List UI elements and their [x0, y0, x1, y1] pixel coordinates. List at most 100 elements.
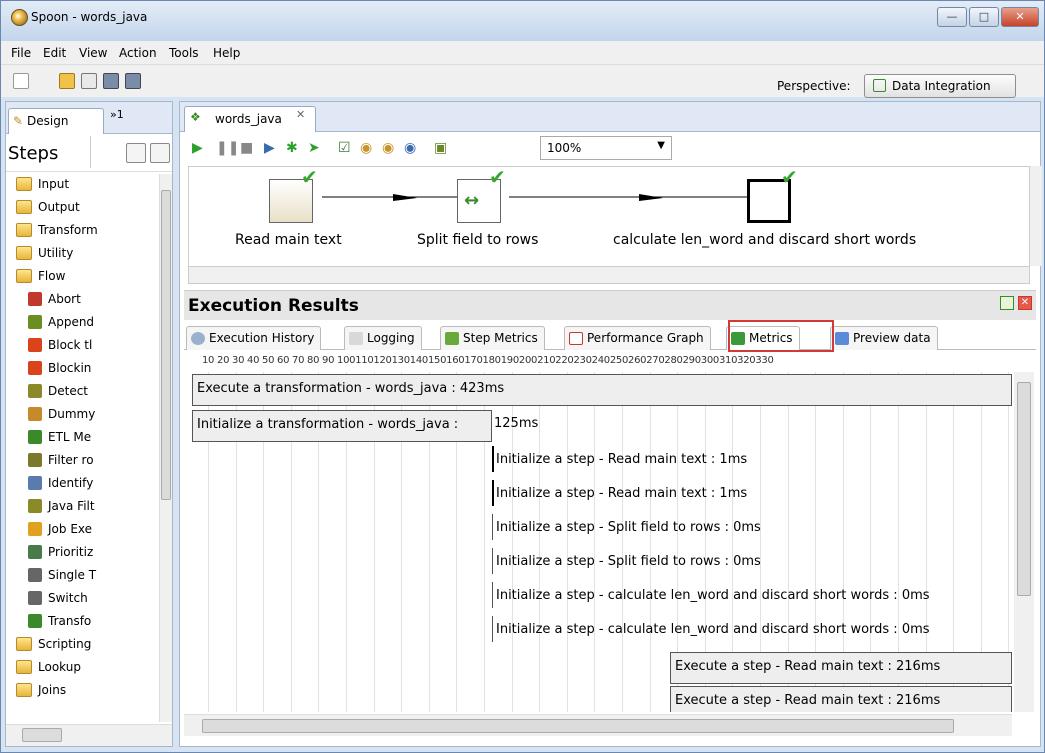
- replay-icon[interactable]: ➤: [308, 140, 320, 156]
- node-label: Split field to rows: [417, 232, 539, 248]
- folder-icon: [16, 177, 32, 191]
- tab-performance-graph[interactable]: Performance Graph: [564, 326, 711, 350]
- tab-words-java-label: words_java: [215, 112, 282, 126]
- menu-tools[interactable]: Tools: [169, 46, 199, 60]
- folder-icon: [16, 246, 32, 260]
- abort-icon: [28, 292, 42, 306]
- folder-icon: [16, 200, 32, 214]
- chevron-down-icon: ▼: [657, 140, 665, 151]
- close-tab-icon[interactable]: ✕: [296, 108, 305, 121]
- tree-item-label: Input: [38, 177, 70, 191]
- open-folder-icon[interactable]: [59, 73, 75, 89]
- tree-item-label: ETL Me: [48, 430, 92, 444]
- switch-icon: [28, 591, 42, 605]
- stop-icon[interactable]: ■: [240, 140, 253, 156]
- steps-tree: Input Output Transform Utility Flow Abort Appe…: [6, 174, 158, 722]
- tab-logging[interactable]: Logging: [344, 326, 422, 350]
- perspective-button[interactable]: Data Integration: [864, 74, 1016, 98]
- tree-item-label: Job Exe: [48, 522, 93, 536]
- success-check-icon: ✔: [781, 166, 798, 189]
- tab-design[interactable]: ✎ Design: [8, 108, 104, 134]
- pause-icon[interactable]: ❚❚: [216, 140, 239, 156]
- gantt-vertical-scrollbar[interactable]: [1014, 372, 1034, 712]
- java-filter-icon: [28, 499, 42, 513]
- minimize-button[interactable]: —: [937, 7, 967, 27]
- tree-item-label: Switch: [48, 591, 88, 605]
- tree-item-label: Prioritiz: [48, 545, 94, 559]
- more-tabs-button[interactable]: »1: [110, 108, 124, 121]
- tab-step-metrics[interactable]: Step Metrics: [440, 326, 545, 350]
- explore-repository-icon[interactable]: [81, 73, 97, 89]
- step-metrics-icon: [445, 332, 459, 345]
- tab-execution-history[interactable]: Execution History: [186, 326, 322, 350]
- window-title: Spoon - words_java: [31, 10, 148, 24]
- gantt-marker: [492, 446, 494, 472]
- gantt-bar: Execute a step - Read main text : 216ms: [670, 686, 1012, 712]
- tree-item-label: Transfo: [48, 614, 92, 628]
- tab-label: Preview data: [853, 331, 931, 345]
- sql-icon[interactable]: ◉: [382, 140, 394, 156]
- grid-line: [539, 372, 541, 712]
- steps-horizontal-scrollbar[interactable]: [6, 724, 172, 746]
- expand-all-icon[interactable]: [126, 143, 146, 163]
- perspective-value: Data Integration: [892, 79, 991, 93]
- close-panel-icon[interactable]: ✕: [1018, 296, 1032, 310]
- folder-icon: [16, 683, 32, 697]
- menu-view[interactable]: View: [79, 46, 107, 60]
- detect-icon: [28, 384, 42, 398]
- preview-icon[interactable]: ▶: [264, 140, 275, 156]
- menu-edit[interactable]: Edit: [43, 46, 66, 60]
- etl-icon: [28, 430, 42, 444]
- tree-item-label: Java Filt: [48, 499, 95, 513]
- prioritize-icon: [28, 545, 42, 559]
- steps-header: Steps: [6, 134, 172, 172]
- dummy-icon: [28, 407, 42, 421]
- folder-icon: [16, 269, 32, 283]
- impact-icon[interactable]: ◉: [360, 140, 372, 156]
- data-integration-icon: [873, 79, 886, 92]
- append-icon: [28, 315, 42, 329]
- save-as-icon[interactable]: [125, 73, 141, 89]
- menu-file[interactable]: File: [11, 46, 31, 60]
- tab-preview-data[interactable]: Preview data: [830, 326, 938, 350]
- scroll-thumb[interactable]: [161, 190, 171, 500]
- gantt-label: Initialize a step - Read main text : 1ms: [496, 486, 748, 501]
- collapse-all-icon[interactable]: [150, 143, 170, 163]
- transformation-toolbar: ▶ ❚❚ ■ ▶ ✱ ➤ ☑ ◉ ◉ ◉ ▣ 100% ▼: [180, 133, 1040, 163]
- canvas-horizontal-scrollbar[interactable]: [188, 266, 1030, 284]
- canvas-vertical-scrollbar[interactable]: [1030, 166, 1042, 266]
- success-check-icon: ✔: [301, 166, 318, 189]
- scroll-thumb[interactable]: [202, 719, 954, 733]
- tree-item-label: Blockin: [48, 361, 92, 375]
- maximize-panel-icon[interactable]: [1000, 296, 1014, 310]
- debug-icon[interactable]: ✱: [286, 140, 298, 156]
- menu-action[interactable]: Action: [119, 46, 157, 60]
- tree-item-label: Dummy: [48, 407, 96, 421]
- run-icon[interactable]: ▶: [192, 140, 203, 156]
- save-icon[interactable]: [103, 73, 119, 89]
- gantt-marker: [492, 480, 494, 506]
- close-button[interactable]: ✕: [1001, 7, 1039, 27]
- tree-item-label: Filter ro: [48, 453, 94, 467]
- scroll-thumb[interactable]: [1017, 382, 1031, 596]
- identify-icon: [28, 476, 42, 490]
- transformation-canvas[interactable]: ✔ ↔ ✔ ✔ Read main text Split field to ro…: [188, 166, 1030, 266]
- gantt-label: Initialize a step - calculate len_word a…: [496, 622, 930, 637]
- scroll-thumb[interactable]: [22, 728, 62, 742]
- perspective-label: Perspective:: [777, 79, 851, 93]
- blocking-icon: [28, 361, 42, 375]
- performance-graph-icon: [569, 332, 583, 345]
- explore-db-icon[interactable]: ◉: [404, 140, 416, 156]
- grid-line: [622, 372, 623, 712]
- split-field-icon: ↔: [464, 190, 480, 211]
- verify-icon[interactable]: ☑: [338, 140, 351, 156]
- title-bar: Spoon - words_java — □ ✕: [1, 1, 1044, 41]
- new-file-icon[interactable]: [13, 73, 29, 89]
- steps-vertical-scrollbar[interactable]: [159, 174, 172, 722]
- zoom-select[interactable]: 100% ▼: [540, 136, 672, 160]
- show-results-icon[interactable]: ▣: [434, 140, 447, 156]
- gantt-horizontal-scrollbar[interactable]: [184, 714, 1012, 736]
- maximize-button[interactable]: □: [969, 7, 999, 27]
- gantt-bar-duration: 125ms: [494, 416, 539, 431]
- menu-help[interactable]: Help: [213, 46, 240, 60]
